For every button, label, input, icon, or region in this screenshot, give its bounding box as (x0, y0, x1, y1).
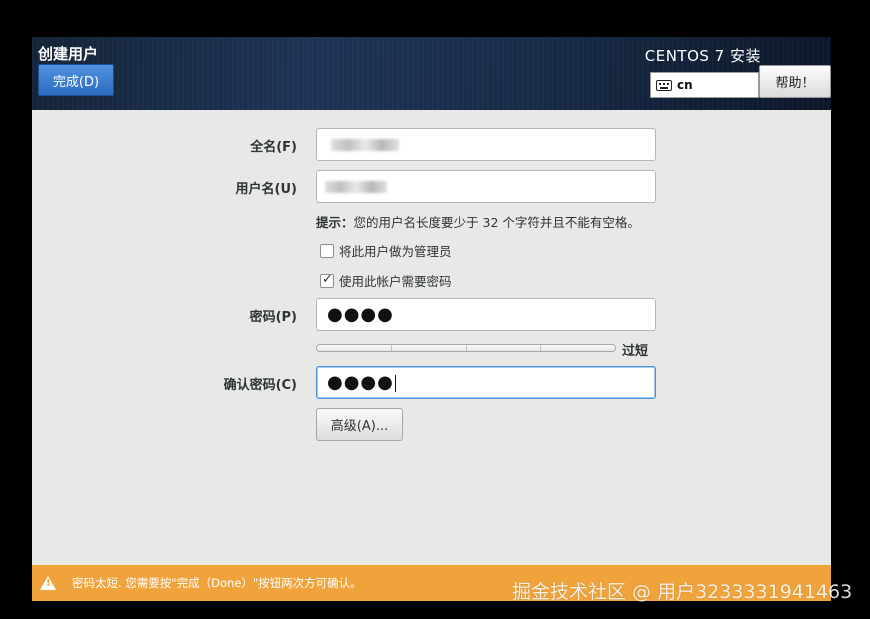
admin-checkbox[interactable] (320, 243, 334, 258)
header-bar: 创建用户 完成(D) CENTOS 7 安装 cn 帮助！ (32, 37, 831, 110)
username-label: 用户名(U) (235, 182, 297, 197)
done-button[interactable]: 完成(D) (38, 64, 114, 96)
page-title: 创建用户 (38, 45, 99, 63)
password-label: 密码(P) (249, 310, 297, 325)
fullname-field[interactable] (316, 128, 656, 161)
admin-checkbox-label: 将此用户做为管理员 (339, 244, 452, 259)
password-value: ●●●● (327, 304, 394, 325)
hint-text: 您的用户名长度要少于 32 个字符并且不能有空格。 (353, 215, 640, 230)
require-password-checkbox[interactable]: ✓ (320, 271, 334, 288)
keyboard-icon (656, 79, 672, 91)
require-password-checkbox-row[interactable]: ✓ 使用此帐户需要密码 (320, 271, 452, 290)
advanced-button[interactable]: 高级(A)... (316, 408, 403, 441)
keyboard-layout-indicator[interactable]: cn (650, 72, 759, 98)
strength-segment (466, 345, 542, 351)
redacted-text (331, 139, 399, 151)
checkmark-icon: ✓ (322, 271, 333, 287)
password-field[interactable]: ●●●● (316, 298, 656, 331)
strength-segment (317, 345, 392, 351)
hint-prefix: 提示： (316, 215, 354, 230)
username-hint: 提示：您的用户名长度要少于 32 个字符并且不能有空格。 (316, 212, 640, 231)
installer-title: CENTOS 7 安装 (644, 47, 761, 65)
strength-segment (541, 345, 615, 351)
confirm-password-field[interactable]: ●●●● (316, 366, 656, 399)
text-cursor (394, 374, 396, 392)
watermark: 掘金技术社区 @ 用户3233331941463 (512, 581, 853, 603)
admin-checkbox-row[interactable]: 将此用户做为管理员 (320, 241, 452, 260)
confirm-password-value: ●●●● (327, 372, 394, 393)
confirm-password-label: 确认密码(C) (223, 378, 297, 393)
strength-segment (391, 345, 467, 351)
warning-text: 密码太短. 您需要按"完成（Done）"按钮两次方可确认。 (72, 576, 362, 590)
password-strength-label: 过短 (622, 344, 649, 359)
username-field[interactable] (316, 170, 656, 203)
require-password-label: 使用此帐户需要密码 (339, 274, 452, 289)
fullname-label: 全名(F) (250, 140, 297, 155)
password-strength-bar (316, 344, 616, 352)
warning-icon: ! (40, 576, 56, 590)
create-user-window: 创建用户 完成(D) CENTOS 7 安装 cn 帮助！ 全名(F) 用户名(… (32, 37, 831, 601)
redacted-text (325, 181, 387, 193)
help-button[interactable]: 帮助！ (759, 65, 831, 98)
keyboard-layout-label: cn (677, 78, 693, 92)
confirm-password-value-wrap: ●●●● (327, 372, 396, 393)
